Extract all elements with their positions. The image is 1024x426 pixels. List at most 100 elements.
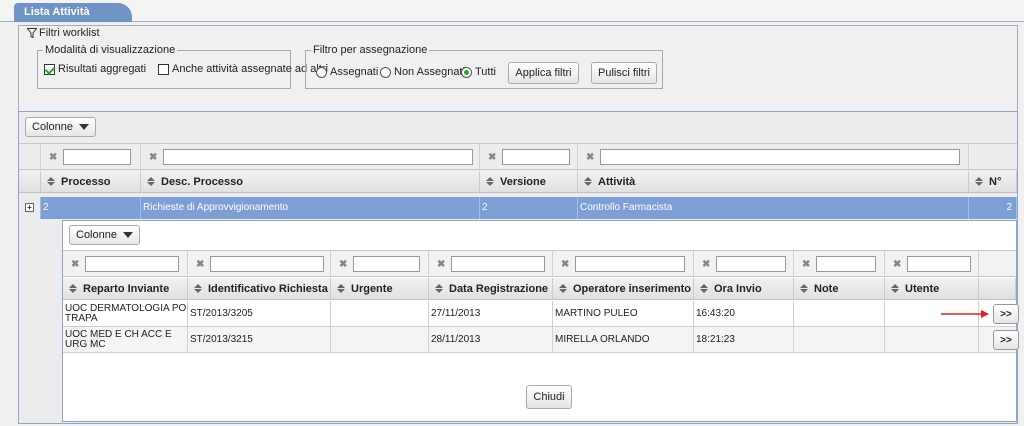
sub-filter-row: ✖ ✖ ✖ ✖ ✖ ✖ ✖ ✖ [63, 250, 1016, 277]
cell-utente [885, 327, 979, 352]
header-utente[interactable]: Utente [885, 278, 979, 299]
cell-desc-processo: Richieste di Approvvigionamento [141, 197, 480, 219]
clear-filter-icon[interactable]: ✖ [586, 152, 594, 163]
clear-filter-icon[interactable]: ✖ [49, 152, 57, 163]
others-option[interactable]: Anche attività assegnate ad altri [158, 63, 328, 75]
filters-legend[interactable]: Filtri worklist [25, 26, 102, 40]
open-detail-button[interactable]: >> [993, 304, 1019, 324]
clear-filter-icon[interactable]: ✖ [196, 259, 204, 270]
clear-filter-icon[interactable]: ✖ [437, 259, 445, 270]
cell-versione: 2 [480, 197, 578, 219]
sub-filter-ora-input[interactable] [716, 256, 786, 272]
sub-filter-utente-input[interactable] [907, 256, 971, 272]
clear-filter-icon[interactable]: ✖ [71, 259, 79, 270]
aggregated-label: Risultati aggregati [58, 63, 147, 75]
aggregated-checkbox[interactable] [44, 63, 55, 75]
clear-filter-icon[interactable]: ✖ [561, 259, 569, 270]
filter-versione-input[interactable] [502, 149, 570, 165]
header-spacer [19, 171, 41, 192]
expand-icon[interactable]: + [25, 203, 34, 212]
radio-assegnati[interactable]: Assegnati [316, 66, 378, 78]
close-button[interactable]: Chiudi [526, 385, 572, 409]
filter-processo: ✖ [41, 144, 141, 169]
sub-filter-note-input[interactable] [816, 256, 876, 272]
header-desc-processo-label: Desc. Processo [161, 175, 243, 188]
activity-grid: Colonne ✖ ✖ ✖ ✖ Processo Desc. Processo … [18, 111, 1019, 424]
sort-icon [435, 284, 443, 293]
clear-filters-button[interactable]: Pulisci filtri [591, 62, 657, 84]
expander-cell: + [19, 197, 41, 219]
header-urgente[interactable]: Urgente [331, 278, 429, 299]
open-detail-button[interactable]: >> [993, 330, 1019, 350]
sub-filter-operatore-input[interactable] [575, 256, 685, 272]
columns-button[interactable]: Colonne [25, 117, 96, 137]
assignment-legend: Filtro per assegnazione [311, 44, 430, 56]
clear-filter-icon[interactable]: ✖ [488, 152, 496, 163]
header-reparto-label: Reparto Inviante [83, 282, 170, 295]
sub-filter-data-input[interactable] [451, 256, 545, 272]
sub-filter-urgente: ✖ [331, 251, 429, 276]
radio-assegnati-button[interactable] [316, 66, 327, 78]
columns-button-label: Colonne [32, 121, 73, 133]
table-row[interactable]: + 2 Richieste di Approvvigionamento 2 Co… [19, 197, 1017, 219]
clear-filter-icon[interactable]: ✖ [893, 259, 901, 270]
apply-filters-button[interactable]: Applica filtri [508, 62, 579, 84]
header-ora-invio[interactable]: Ora Invio [694, 278, 794, 299]
sort-icon [194, 284, 202, 293]
cell-numero: 2 [969, 197, 1017, 219]
sub-columns-button[interactable]: Colonne [69, 225, 140, 245]
radio-tutti-label: Tutti [475, 66, 496, 78]
filter-processo-input[interactable] [63, 149, 131, 165]
table-row[interactable]: UOC MED E CH ACC E URG MC ST/2013/3215 2… [63, 327, 1019, 353]
cell-note [794, 327, 885, 352]
header-data-registrazione[interactable]: Data Registrazione [429, 278, 553, 299]
filters-legend-label: Filtri worklist [39, 27, 100, 39]
main-filter-row: ✖ ✖ ✖ ✖ [19, 143, 1017, 170]
radio-non-assegnati[interactable]: Non Assegnati [380, 66, 465, 78]
radio-tutti-button[interactable] [461, 66, 472, 78]
sub-filter-note: ✖ [794, 251, 885, 276]
radio-tutti[interactable]: Tutti [461, 66, 496, 78]
tab-lista-attivita[interactable]: Lista Attività [14, 3, 132, 22]
clear-filter-icon[interactable]: ✖ [802, 259, 810, 270]
sub-filter-ora: ✖ [694, 251, 794, 276]
cell-operatore: MARTINO PULEO [553, 301, 694, 326]
sub-filter-urgente-input[interactable] [353, 256, 420, 272]
radio-assegnati-label: Assegnati [330, 66, 379, 78]
cell-identificativo: ST/2013/3205 [188, 301, 331, 326]
cell-attivita: Controllo Farmacista [578, 197, 969, 219]
clear-filter-icon[interactable]: ✖ [149, 152, 157, 163]
clear-filter-icon[interactable]: ✖ [702, 259, 710, 270]
clear-filter-icon[interactable]: ✖ [339, 259, 347, 270]
aggregated-option[interactable]: Risultati aggregati [44, 63, 146, 75]
filter-desc-input[interactable] [163, 149, 473, 165]
header-processo-label: Processo [61, 175, 111, 188]
header-identificativo[interactable]: Identificativo Richiesta [188, 278, 331, 299]
sub-filter-id: ✖ [188, 251, 331, 276]
header-processo[interactable]: Processo [41, 171, 141, 192]
header-reparto[interactable]: Reparto Inviante [63, 278, 188, 299]
header-versione-label: Versione [500, 175, 546, 188]
header-attivita[interactable]: Attività [578, 171, 969, 192]
tab-bar: Lista Attività [0, 0, 1024, 22]
funnel-icon [27, 28, 37, 38]
filter-attivita: ✖ [578, 144, 969, 169]
header-operatore[interactable]: Operatore inserimento [553, 278, 694, 299]
sub-filter-operatore: ✖ [553, 251, 694, 276]
cell-ora-invio: 16:43:20 [694, 301, 794, 326]
header-attivita-label: Attività [598, 175, 636, 188]
sub-filter-reparto-input[interactable] [85, 256, 179, 272]
chevron-down-icon [122, 232, 133, 238]
assignment-filter-group: Filtro per assegnazione Assegnati Non As… [305, 44, 663, 89]
header-numero[interactable]: N° [969, 171, 1017, 192]
others-checkbox[interactable] [158, 63, 169, 75]
table-row[interactable]: UOC DERMATOLOGIA PO TRAPA ST/2013/3205 2… [63, 301, 1019, 327]
header-desc-processo[interactable]: Desc. Processo [141, 171, 480, 192]
header-versione[interactable]: Versione [480, 171, 578, 192]
detail-subgrid: Colonne ✖ ✖ ✖ ✖ ✖ ✖ ✖ ✖ Reparto Inviante… [62, 220, 1019, 422]
sub-filter-id-input[interactable] [210, 256, 324, 272]
header-note[interactable]: Note [794, 278, 885, 299]
cell-identificativo: ST/2013/3215 [188, 327, 331, 352]
radio-non-assegnati-button[interactable] [380, 66, 391, 78]
filter-attivita-input[interactable] [600, 149, 960, 165]
